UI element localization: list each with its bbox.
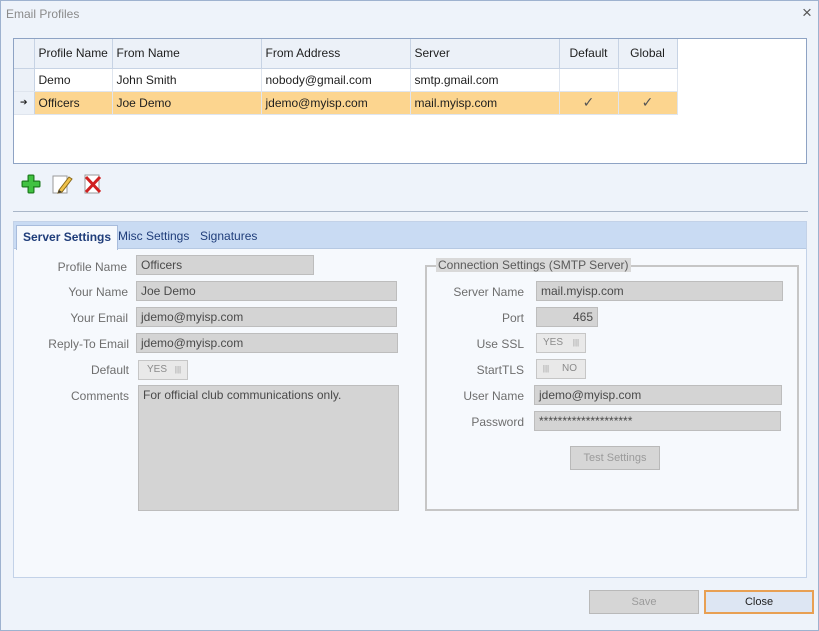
current-row-arrow-icon: ➔ <box>14 91 35 115</box>
password-label: Password <box>471 415 524 429</box>
row-indicator <box>14 68 35 92</box>
row-indicator-header <box>14 39 35 69</box>
add-profile-button[interactable] <box>20 173 42 195</box>
table-row-selected[interactable]: ➔ Officers Joe Demo jdemo@myisp.com mail… <box>14 91 678 115</box>
default-label: Default <box>90 363 129 377</box>
your-name-field[interactable]: Joe Demo <box>136 281 397 301</box>
table-row[interactable]: Demo John Smith nobody@gmail.com smtp.gm… <box>14 68 678 92</box>
user-name-field[interactable]: jdemo@myisp.com <box>534 385 782 405</box>
cell-global[interactable] <box>618 68 678 92</box>
your-name-label: Your Name <box>68 285 128 299</box>
connection-settings-title: Connection Settings (SMTP Server) <box>436 258 631 272</box>
cell-from-name[interactable]: Joe Demo <box>112 91 262 115</box>
starttls-label: StartTLS <box>476 363 524 377</box>
delete-profile-button[interactable] <box>82 173 104 195</box>
column-header-profile-name[interactable]: Profile Name <box>34 39 113 69</box>
cell-global-check-icon[interactable]: ✓ <box>618 91 678 115</box>
cell-from-name[interactable]: John Smith <box>112 68 262 92</box>
use-ssl-label: Use SSL <box>476 337 524 351</box>
cell-default[interactable] <box>559 68 619 92</box>
column-header-global[interactable]: Global <box>618 39 678 69</box>
add-icon <box>21 174 41 194</box>
column-header-default[interactable]: Default <box>559 39 619 69</box>
column-header-from-address[interactable]: From Address <box>261 39 411 69</box>
separator <box>13 211 808 212</box>
edit-profile-button[interactable] <box>51 173 73 195</box>
reply-to-label: Reply-To Email <box>48 337 129 351</box>
cell-from-address[interactable]: jdemo@myisp.com <box>261 91 411 115</box>
default-toggle-value: YES <box>147 364 168 375</box>
cell-profile-name[interactable]: Officers <box>34 91 113 115</box>
password-field[interactable]: ******************** <box>534 411 781 431</box>
toggle-grip-icon: ||| <box>174 365 182 374</box>
use-ssl-toggle[interactable]: YES ||| <box>536 333 586 353</box>
profile-name-label: Profile Name <box>57 260 127 274</box>
profiles-grid: Profile Name From Name From Address Serv… <box>13 38 807 164</box>
save-button[interactable]: Save <box>589 590 699 614</box>
tab-server-settings[interactable]: Server Settings <box>16 225 119 250</box>
tab-misc-settings[interactable]: Misc Settings <box>112 225 195 249</box>
email-profiles-window: Email Profiles × Profile Name From Name … <box>0 0 819 631</box>
window-title: Email Profiles <box>6 7 80 21</box>
port-label: Port <box>501 311 524 325</box>
comments-field[interactable]: For official club communications only. <box>138 385 399 511</box>
use-ssl-toggle-value: YES <box>543 337 564 348</box>
title-bar: Email Profiles × <box>1 1 818 28</box>
test-settings-button[interactable]: Test Settings <box>570 446 660 470</box>
toggle-grip-icon: ||| <box>572 338 580 347</box>
starttls-toggle[interactable]: ||| NO <box>536 359 586 379</box>
delete-icon <box>84 174 102 194</box>
tab-strip: Server Settings Misc Settings Signatures <box>14 222 806 250</box>
cell-profile-name[interactable]: Demo <box>34 68 113 92</box>
comments-label: Comments <box>70 389 129 403</box>
close-button[interactable]: Close <box>704 590 814 614</box>
server-name-label: Server Name <box>453 285 524 299</box>
toggle-grip-icon: ||| <box>542 364 550 373</box>
grid-header-row: Profile Name From Name From Address Serv… <box>14 39 678 69</box>
close-icon[interactable]: × <box>798 4 816 22</box>
default-toggle[interactable]: YES ||| <box>138 360 188 380</box>
column-header-server[interactable]: Server <box>410 39 560 69</box>
reply-to-field[interactable]: jdemo@myisp.com <box>136 333 398 353</box>
column-header-from-name[interactable]: From Name <box>112 39 262 69</box>
profile-name-field[interactable]: Officers <box>136 255 314 275</box>
cell-server[interactable]: smtp.gmail.com <box>410 68 560 92</box>
cell-from-address[interactable]: nobody@gmail.com <box>261 68 411 92</box>
tab-signatures[interactable]: Signatures <box>194 225 263 249</box>
server-name-field[interactable]: mail.myisp.com <box>536 281 783 301</box>
your-email-label: Your Email <box>70 311 128 325</box>
cell-default-check-icon[interactable]: ✓ <box>559 91 619 115</box>
your-email-field[interactable]: jdemo@myisp.com <box>136 307 397 327</box>
cell-server[interactable]: mail.myisp.com <box>410 91 560 115</box>
user-name-label: User Name <box>463 389 524 403</box>
edit-icon <box>52 175 73 194</box>
port-field[interactable]: 465 <box>536 307 598 327</box>
starttls-toggle-value: NO <box>562 363 577 374</box>
